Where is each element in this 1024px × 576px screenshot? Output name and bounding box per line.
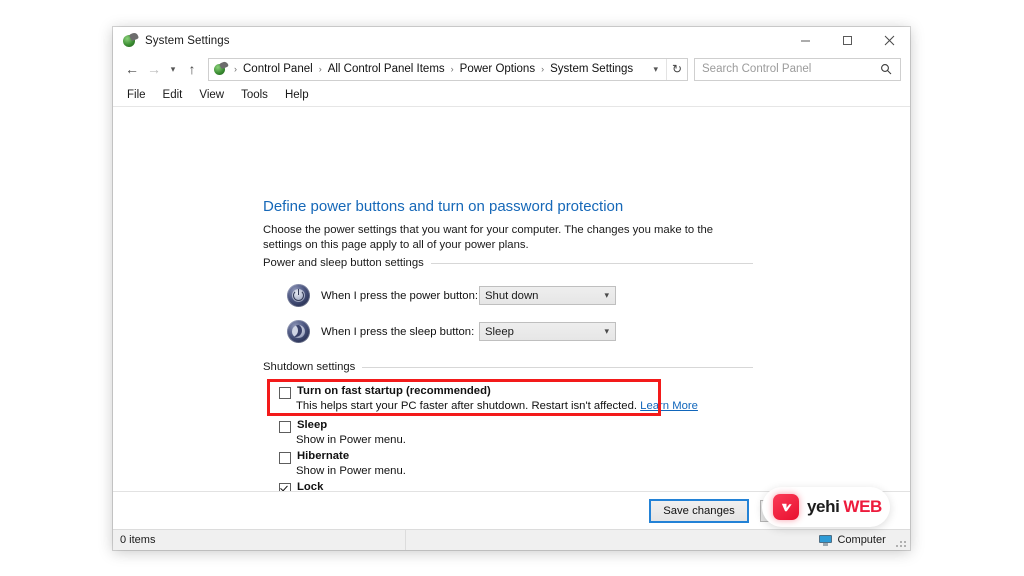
yehiweb-wordmark: yehi WEB bbox=[807, 497, 882, 517]
window-title: System Settings bbox=[145, 34, 230, 47]
fast-startup-checkbox[interactable] bbox=[279, 387, 291, 399]
content-pane: Define power buttons and turn on passwor… bbox=[113, 107, 910, 491]
chevron-down-icon: ▾ bbox=[604, 290, 609, 300]
fast-startup-label: Turn on fast startup (recommended) bbox=[297, 385, 491, 397]
yehiweb-word-yehi: yehi bbox=[807, 497, 840, 516]
power-button-action-select[interactable]: Shut down ▾ bbox=[479, 286, 616, 305]
close-icon[interactable] bbox=[868, 27, 910, 54]
status-bar: 0 items Computer bbox=[113, 529, 910, 550]
fast-startup-description-text: This helps start your PC faster after sh… bbox=[296, 400, 638, 412]
hibernate-checkbox[interactable] bbox=[279, 452, 291, 464]
save-changes-button[interactable]: Save changes bbox=[649, 498, 749, 523]
search-icon bbox=[880, 63, 900, 75]
monitor-icon bbox=[819, 534, 833, 546]
sleep-moon-icon bbox=[287, 320, 310, 343]
search-input[interactable]: Search Control Panel bbox=[694, 57, 901, 81]
fast-startup-item: Turn on fast startup (recommended) This … bbox=[279, 385, 753, 412]
forward-arrow-icon[interactable]: → bbox=[143, 58, 165, 80]
sleep-button-label: When I press the sleep button: bbox=[321, 325, 475, 338]
breadcrumb-separator: › bbox=[318, 64, 322, 74]
menu-item-help[interactable]: Help bbox=[285, 89, 309, 101]
sleep-label: Sleep bbox=[297, 419, 328, 431]
hibernate-description: Show in Power menu. bbox=[296, 465, 406, 477]
breadcrumb-control-panel-icon bbox=[213, 60, 229, 77]
up-arrow-icon[interactable]: ↑ bbox=[181, 58, 203, 80]
sleep-checkbox[interactable] bbox=[279, 421, 291, 433]
breadcrumb-separator: › bbox=[450, 64, 454, 74]
shutdown-settings-group: Shutdown settings Turn on fast startup (… bbox=[263, 361, 753, 491]
sleep-button-action-select[interactable]: Sleep ▾ bbox=[479, 322, 616, 341]
lock-label: Lock bbox=[297, 481, 324, 491]
control-panel-icon bbox=[122, 31, 140, 49]
window-controls bbox=[784, 27, 910, 54]
status-item-count: 0 items bbox=[120, 534, 156, 546]
lock-item: Lock bbox=[279, 481, 753, 491]
recent-locations-chevron-down-icon[interactable]: ▾ bbox=[165, 58, 181, 80]
search-placeholder: Search Control Panel bbox=[702, 63, 812, 75]
power-group-header: Power and sleep button settings bbox=[263, 257, 753, 269]
breadcrumb-separator: › bbox=[234, 64, 237, 74]
yehiweb-word-web: WEB bbox=[843, 497, 882, 516]
menu-item-tools[interactable]: Tools bbox=[241, 89, 268, 101]
power-button-row: When I press the power button: Shut down… bbox=[287, 284, 753, 307]
divider bbox=[430, 262, 753, 264]
refresh-icon[interactable]: ↻ bbox=[666, 58, 687, 80]
divider bbox=[362, 366, 753, 368]
menu-item-view[interactable]: View bbox=[199, 89, 224, 101]
address-bar: ← → ▾ ↑ › Control Panel › All Control Pa… bbox=[113, 54, 910, 84]
sleep-description: Show in Power menu. bbox=[296, 434, 406, 446]
status-divider bbox=[405, 530, 407, 550]
minimize-icon[interactable] bbox=[784, 27, 826, 54]
breadcrumb-item-system-settings[interactable]: System Settings bbox=[547, 63, 636, 75]
breadcrumb-chevron-down-icon[interactable]: ▾ bbox=[647, 64, 666, 75]
power-button-label: When I press the power button: bbox=[321, 289, 478, 302]
power-and-sleep-group: Power and sleep button settings When I p… bbox=[263, 257, 753, 343]
menu-item-file[interactable]: File bbox=[127, 89, 146, 101]
sleep-button-row: When I press the sleep button: Sleep ▾ bbox=[287, 320, 753, 343]
maximize-icon[interactable] bbox=[826, 27, 868, 54]
chevron-down-icon: ▾ bbox=[604, 326, 609, 336]
yehiweb-watermark: yehi WEB bbox=[762, 487, 890, 527]
fast-startup-description: This helps start your PC faster after sh… bbox=[296, 400, 753, 412]
power-group-label: Power and sleep button settings bbox=[263, 257, 424, 269]
power-button-icon bbox=[287, 284, 310, 307]
yehi-bird-icon bbox=[773, 494, 799, 520]
breadcrumb-item-all-control-panel-items[interactable]: All Control Panel Items bbox=[325, 63, 448, 75]
hibernate-label: Hibernate bbox=[297, 450, 350, 462]
system-settings-window: System Settings ← → ▾ ↑ › Control Panel … bbox=[113, 27, 910, 550]
menu-bar: File Edit View Tools Help bbox=[113, 84, 910, 107]
sleep-button-action-value: Sleep bbox=[485, 325, 514, 338]
sleep-item: Sleep Show in Power menu. bbox=[279, 419, 753, 446]
back-arrow-icon[interactable]: ← bbox=[121, 58, 143, 80]
breadcrumb[interactable]: › Control Panel › All Control Panel Item… bbox=[208, 57, 688, 81]
breadcrumb-item-control-panel[interactable]: Control Panel bbox=[240, 63, 316, 75]
menu-item-edit[interactable]: Edit bbox=[163, 89, 183, 101]
power-button-action-value: Shut down bbox=[485, 289, 539, 302]
title-bar: System Settings bbox=[113, 27, 910, 54]
page-title: Define power buttons and turn on passwor… bbox=[263, 198, 624, 215]
hibernate-item: Hibernate Show in Power menu. bbox=[279, 450, 753, 477]
page-header: Define power buttons and turn on passwor… bbox=[263, 198, 763, 252]
shutdown-group-header: Shutdown settings bbox=[263, 361, 753, 373]
shutdown-group-label: Shutdown settings bbox=[263, 361, 356, 373]
resize-grip-icon[interactable] bbox=[896, 537, 907, 548]
status-computer-group: Computer bbox=[819, 534, 886, 546]
page-description: Choose the power settings that you want … bbox=[263, 224, 714, 251]
breadcrumb-separator: › bbox=[541, 64, 545, 74]
learn-more-link[interactable]: Learn More bbox=[640, 400, 698, 412]
lock-checkbox[interactable] bbox=[279, 483, 291, 491]
breadcrumb-item-power-options[interactable]: Power Options bbox=[457, 63, 538, 75]
status-computer-label: Computer bbox=[837, 534, 886, 546]
